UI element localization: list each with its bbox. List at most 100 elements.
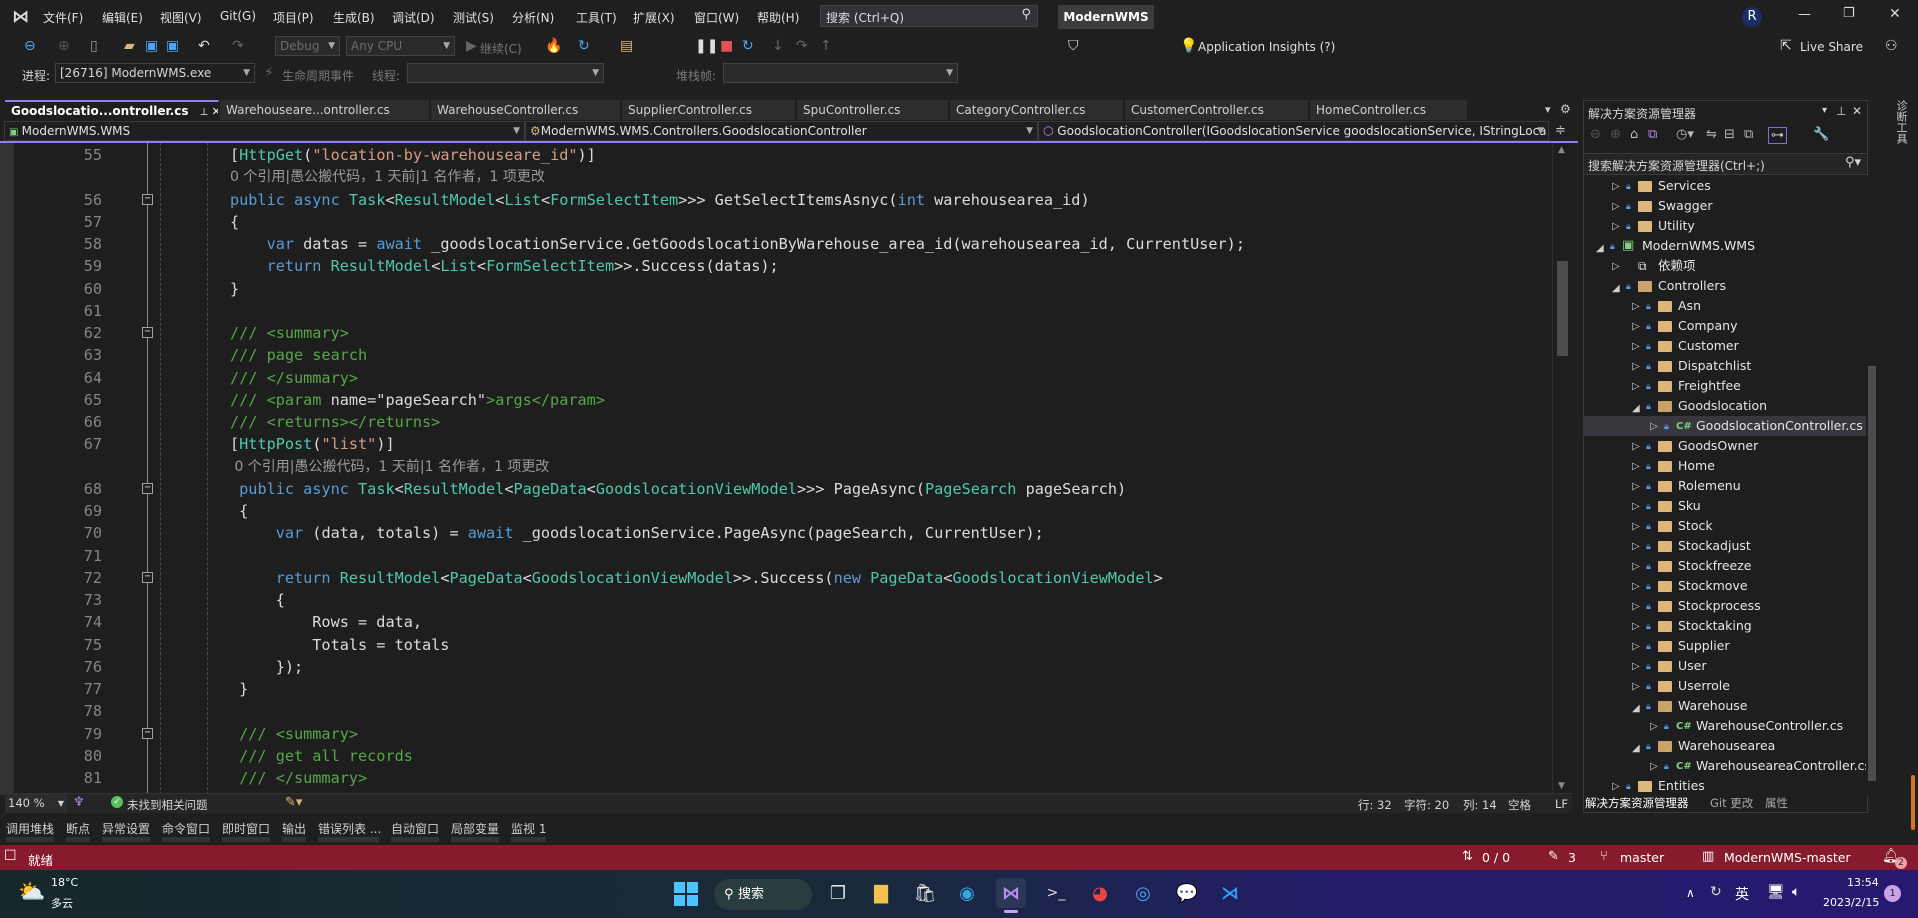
tree-item-company[interactable]: ▷ 🔒︎ Company <box>1583 316 1866 336</box>
forward-icon[interactable]: ⊕ <box>1610 127 1621 142</box>
tab-homecontrollercs[interactable]: HomeController.cs <box>1310 100 1468 120</box>
close-button[interactable]: ✕ <box>1889 6 1901 22</box>
code-text[interactable]: /// <returns></returns> <box>230 411 440 433</box>
code-text[interactable]: return ResultModel<PageData<Goodslocatio… <box>230 567 1163 589</box>
menu-item[interactable]: 窗口(W) <box>694 9 739 26</box>
close-panel-icon[interactable]: ✕ <box>1852 104 1862 118</box>
collapsed-arrow-icon[interactable]: ▷ <box>1632 297 1640 317</box>
split-window-icon[interactable]: ≑ <box>1555 123 1566 138</box>
tree-item-stock[interactable]: ▷ 🔒︎ Stock <box>1583 516 1866 536</box>
pending-changes-icon[interactable]: ◷▾ <box>1676 127 1694 142</box>
step-out-icon[interactable]: ↑ <box>820 38 832 54</box>
collapse-icon[interactable]: − <box>142 571 153 583</box>
code-text[interactable]: [HttpGet("location-by-warehouseare_id")] <box>230 144 596 166</box>
collapsed-arrow-icon[interactable]: ▷ <box>1632 557 1640 577</box>
tab-goodslocatioontrollercs[interactable]: Goodslocatio...ontroller.cs ⊥ ✕ <box>5 100 219 120</box>
code-text[interactable]: Rows = data, <box>230 611 422 633</box>
branch-name[interactable]: master <box>1620 850 1664 865</box>
taskbar-search[interactable]: ⚲ 搜索 <box>714 879 812 910</box>
tool-tab[interactable]: 命令窗口 <box>162 820 210 837</box>
collapsed-arrow-icon[interactable]: ▷ <box>1632 537 1640 557</box>
edge-icon[interactable]: ◉ <box>952 878 982 908</box>
tab-spucontrollercs[interactable]: SpuController.cs <box>797 100 949 120</box>
collapsed-arrow-icon[interactable]: ▷ <box>1632 517 1640 537</box>
task-view-icon[interactable]: ❐ <box>823 878 853 908</box>
undo-icon[interactable]: ↶ <box>198 38 210 54</box>
code-text[interactable]: /// <param name="pageSearch">args</param… <box>230 389 605 411</box>
menu-item[interactable]: 分析(N) <box>512 9 554 26</box>
menu-item[interactable]: 编辑(E) <box>102 9 143 26</box>
tab-list-dropdown-icon[interactable]: ▾ <box>1545 103 1551 116</box>
app-icon[interactable]: ◎ <box>1128 878 1158 908</box>
ime-indicator[interactable]: 英 <box>1735 884 1749 904</box>
collapse-all-icon[interactable]: ⊟ <box>1724 127 1735 142</box>
repository-name[interactable]: ModernWMS-master <box>1724 850 1851 865</box>
menu-item[interactable]: Git(G) <box>220 9 256 23</box>
menu-item[interactable]: 调试(D) <box>392 9 435 26</box>
code-text[interactable]: public async Task<ResultModel<List<FormS… <box>230 189 1090 211</box>
code-text[interactable]: /// <summary> <box>230 723 358 745</box>
collapsed-arrow-icon[interactable]: ▷ <box>1612 217 1620 237</box>
tool-tab[interactable]: 调用堆栈 <box>6 820 54 837</box>
pin-tab-icon[interactable]: ⊥ <box>196 107 211 118</box>
tree-item-stockprocess[interactable]: ▷ 🔒︎ Stockprocess <box>1583 596 1866 616</box>
collapsed-arrow-icon[interactable]: ▷ <box>1612 177 1620 197</box>
solution-explorer-scrollbar[interactable] <box>1866 176 1878 796</box>
collapsed-arrow-icon[interactable]: ▷ <box>1612 197 1620 217</box>
start-button[interactable] <box>674 882 698 906</box>
stop-icon[interactable]: ■ <box>720 38 733 54</box>
codelens-info[interactable]: 0 个引用|愚公搬代码，1 天前|1 名作者，1 项更改 <box>230 456 549 478</box>
class-dropdown[interactable]: ⚙ModernWMS.WMS.Controllers.Goodslocation… <box>525 121 1038 141</box>
tool-tab[interactable]: 自动窗口 <box>391 820 439 837</box>
tree-item-freightfee[interactable]: ▷ 🔒︎ Freightfee <box>1583 376 1866 396</box>
code-text[interactable]: { <box>230 589 285 611</box>
settings-gear-icon[interactable]: ⚙ <box>1560 102 1571 116</box>
tree-item-services[interactable]: ▷ 🔒︎ Services <box>1583 176 1866 196</box>
switch-views-icon[interactable]: ⧉ <box>1648 127 1657 142</box>
menu-item[interactable]: 测试(S) <box>453 9 494 26</box>
tree-item-customer[interactable]: ▷ 🔒︎ Customer <box>1583 336 1866 356</box>
project-dropdown[interactable]: ▣ ModernWMS.WMS ▼ <box>4 121 525 141</box>
back-icon[interactable]: ⊖ <box>1590 127 1601 142</box>
visual-studio-icon[interactable]: ⋈ <box>996 878 1026 908</box>
home-icon[interactable]: ⌂ <box>1630 127 1638 142</box>
preview-icon[interactable]: ⊶ <box>1768 127 1787 144</box>
code-text[interactable]: /// <summary> <box>230 322 349 344</box>
code-cleanup-icon[interactable]: ✎▾ <box>285 795 302 810</box>
collapsed-arrow-icon[interactable]: ▷ <box>1632 597 1640 617</box>
collapsed-arrow-icon[interactable]: ▷ <box>1632 437 1640 457</box>
tray-overflow-icon[interactable]: ∧ <box>1686 886 1695 900</box>
char-indicator[interactable]: 字符: 20 <box>1404 797 1449 813</box>
collapsed-arrow-icon[interactable]: ▷ <box>1632 637 1640 657</box>
code-text[interactable]: Totals = totals <box>230 634 449 656</box>
process-dropdown[interactable]: [26716] ModernWMS.exe ▼ <box>55 63 255 83</box>
configuration-dropdown[interactable]: Debug ▼ <box>275 36 340 56</box>
weather-desc[interactable]: 多云 <box>51 895 73 911</box>
clock-time[interactable]: 13:54 <box>1847 876 1879 889</box>
tree-item-stockmove[interactable]: ▷ 🔒︎ Stockmove <box>1583 576 1866 596</box>
menu-item[interactable]: 扩展(X) <box>633 9 675 26</box>
collapse-icon[interactable]: − <box>142 327 153 338</box>
menu-item[interactable]: 文件(F) <box>43 9 83 26</box>
navigate-back-icon[interactable]: ⊖ <box>24 38 36 54</box>
pin-icon[interactable]: ⊥ <box>1836 104 1846 118</box>
collapsed-arrow-icon[interactable]: ▷ <box>1632 337 1640 357</box>
volume-icon[interactable]: 🔈︎ <box>1792 884 1800 900</box>
find-in-files-icon[interactable]: ▤ <box>620 38 633 54</box>
tab-customercontrollercs[interactable]: CustomerController.cs <box>1125 100 1309 120</box>
output-window-icon[interactable]: ☐ <box>4 848 17 864</box>
close-tab-icon[interactable]: ✕ <box>212 105 218 118</box>
step-over-icon[interactable]: ↷ <box>796 38 808 54</box>
step-into-icon[interactable]: ↓ <box>772 38 784 54</box>
scrollbar-thumb[interactable] <box>1557 261 1568 356</box>
tab-git-changes[interactable]: Git 更改 <box>1710 795 1753 811</box>
code-text[interactable]: /// </summary> <box>230 767 367 789</box>
wechat-icon[interactable]: 💬 <box>1172 878 1202 908</box>
collapsed-arrow-icon[interactable]: ▷ <box>1632 477 1640 497</box>
zoom-dropdown[interactable]: 140 % ▼ <box>5 794 67 813</box>
maximize-button[interactable]: ❐ <box>1843 6 1855 21</box>
tree-item-user[interactable]: ▷ 🔒︎ User <box>1583 656 1866 676</box>
eol-indicator[interactable]: LF <box>1555 797 1568 811</box>
tree-item-stockfreeze[interactable]: ▷ 🔒︎ Stockfreeze <box>1583 556 1866 576</box>
code-text[interactable]: }); <box>230 656 303 678</box>
